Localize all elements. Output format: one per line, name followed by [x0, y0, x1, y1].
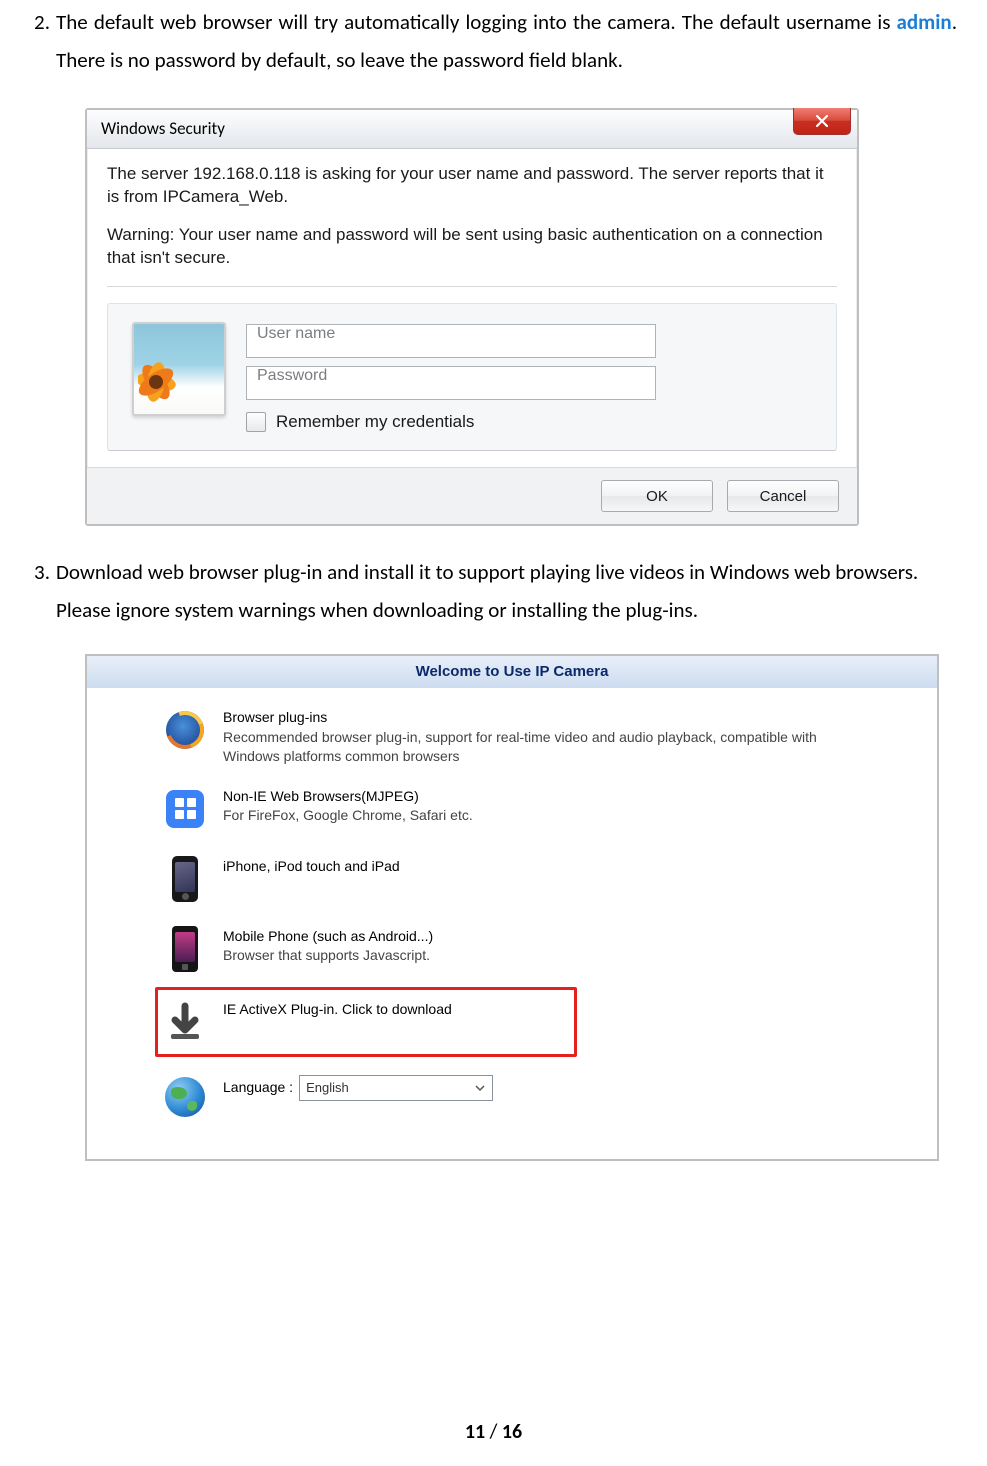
firefox-icon	[166, 711, 204, 749]
dialog-message-1: The server 192.168.0.118 is asking for y…	[107, 163, 837, 209]
cancel-button[interactable]: Cancel	[727, 480, 839, 512]
default-username: admin	[897, 9, 952, 35]
step-number: 3.	[30, 554, 56, 592]
grid-icon	[166, 790, 204, 828]
opt2-title: Non-IE Web Browsers(MJPEG)	[223, 787, 877, 807]
user-avatar	[132, 322, 226, 416]
chevron-down-icon	[474, 1082, 486, 1094]
step-2: 2. The default web browser will try auto…	[30, 4, 957, 80]
page-total: 16	[502, 1420, 522, 1444]
step-number: 2.	[30, 4, 56, 42]
welcome-panel: Welcome to Use IP Camera Browser plug-in…	[85, 654, 939, 1161]
language-label: Language :	[223, 1078, 293, 1098]
remember-checkbox[interactable]	[246, 412, 266, 432]
option-ie-activex[interactable]: IE ActiveX Plug-in. Click to download	[155, 987, 577, 1057]
password-input[interactable]: Password	[246, 366, 656, 400]
dialog-message-2: Warning: Your user name and password wil…	[107, 224, 837, 270]
opt2-desc: For FireFox, Google Chrome, Safari etc.	[223, 806, 877, 826]
divider	[107, 286, 837, 287]
dialog-titlebar: Windows Security	[87, 110, 857, 149]
close-button[interactable]	[793, 108, 851, 135]
iphone-icon	[172, 856, 198, 902]
opt1-title: Browser plug-ins	[223, 708, 877, 728]
option-language: Language : English	[163, 1057, 937, 1135]
option-browser-plugins[interactable]: Browser plug-ins Recommended browser plu…	[163, 698, 937, 777]
step-3: 3. Download web browser plug-in and inst…	[30, 554, 957, 630]
step-text: Download web browser plug-in and install…	[56, 554, 957, 630]
security-dialog: Windows Security The server 192.168.0.11…	[85, 108, 859, 527]
language-select[interactable]: English	[299, 1075, 493, 1101]
dialog-button-row: OK Cancel	[87, 467, 857, 524]
welcome-title: Welcome to Use IP Camera	[87, 656, 937, 688]
option-iphone[interactable]: iPhone, iPod touch and iPad	[163, 847, 937, 917]
close-icon	[815, 114, 829, 128]
step2-pre: The default web browser will try automat…	[56, 9, 897, 35]
flower-icon	[138, 346, 204, 410]
globe-icon	[165, 1077, 205, 1117]
credentials-panel: User name Password Remember my credentia…	[107, 303, 837, 451]
ok-button[interactable]: OK	[601, 480, 713, 512]
option-non-ie-browsers[interactable]: Non-IE Web Browsers(MJPEG) For FireFox, …	[163, 777, 937, 847]
mobile-icon	[172, 926, 198, 972]
language-value: English	[306, 1079, 349, 1097]
opt1-desc: Recommended browser plug-in, support for…	[223, 728, 877, 767]
option-mobile-android[interactable]: Mobile Phone (such as Android...) Browse…	[163, 917, 937, 987]
opt5-title: IE ActiveX Plug-in. Click to download	[223, 1000, 514, 1020]
opt4-desc: Browser that supports Javascript.	[223, 946, 877, 966]
username-input[interactable]: User name	[246, 324, 656, 358]
opt3-title: iPhone, iPod touch and iPad	[223, 857, 877, 877]
step-text: The default web browser will try automat…	[56, 4, 957, 80]
page-footer: 11 / 16	[0, 1420, 987, 1444]
download-arrow-icon	[165, 1002, 205, 1042]
remember-label: Remember my credentials	[276, 412, 474, 432]
dialog-title: Windows Security	[101, 118, 225, 139]
opt4-title: Mobile Phone (such as Android...)	[223, 927, 877, 947]
page-current: 11	[465, 1420, 485, 1444]
